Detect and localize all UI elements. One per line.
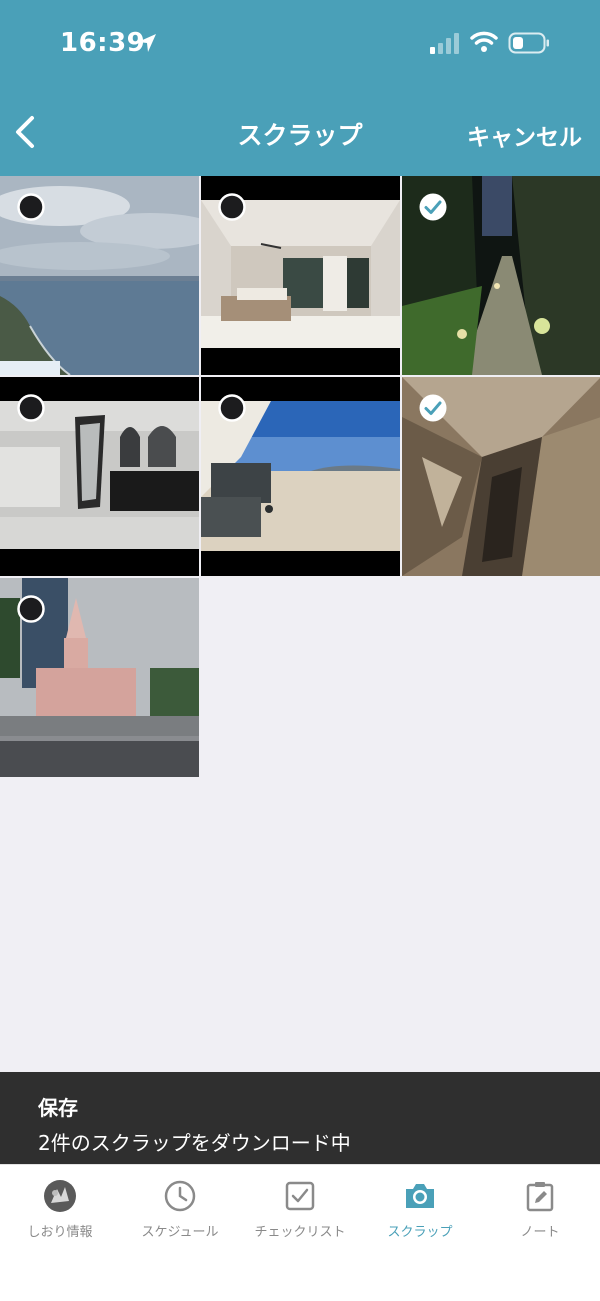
tab-scrap[interactable]: スクラップ <box>360 1179 480 1240</box>
signal-icon <box>430 33 459 54</box>
select-circle-checked[interactable] <box>419 193 447 221</box>
select-circle-unchecked[interactable] <box>17 394 45 422</box>
avatar-icon <box>44 1180 76 1212</box>
tab-shiori-info[interactable]: しおり情報 <box>0 1179 120 1240</box>
tab-bar: しおり情報 スケジュール チェックリスト スクラップ ノート <box>0 1164 600 1301</box>
checkbox-icon <box>285 1181 315 1211</box>
select-circle-checked[interactable] <box>419 394 447 422</box>
battery-icon <box>508 32 549 54</box>
photo-tile-aerial-sea[interactable] <box>0 176 199 375</box>
tab-checklist[interactable]: チェックリスト <box>240 1179 360 1240</box>
tab-label: スクラップ <box>387 1225 453 1240</box>
tab-label: スケジュール <box>141 1225 219 1240</box>
photo-tile-living-room[interactable] <box>201 176 400 375</box>
cancel-button[interactable]: キャンセル <box>467 118 582 152</box>
tab-schedule[interactable]: スケジュール <box>120 1179 240 1240</box>
toast-message: 2件のスクラップをダウンロード中 <box>38 1131 351 1155</box>
tab-note[interactable]: ノート <box>480 1179 600 1240</box>
photo-tile-bathroom[interactable] <box>0 377 199 576</box>
wifi-icon <box>470 31 498 52</box>
select-circle-unchecked[interactable] <box>17 595 45 623</box>
tab-label: しおり情報 <box>27 1225 93 1240</box>
select-circle-unchecked[interactable] <box>218 394 246 422</box>
select-circle-unchecked[interactable] <box>218 193 246 221</box>
photo-tile-beach[interactable] <box>201 377 400 576</box>
toast-title: 保存 <box>38 1096 78 1120</box>
tab-label: チェックリスト <box>254 1225 346 1240</box>
photo-tile-cave[interactable] <box>402 377 600 576</box>
download-toast: 保存 2件のスクラップをダウンロード中 <box>0 1072 600 1164</box>
status-time: 16:39 <box>60 28 146 58</box>
camera-icon <box>406 1184 434 1208</box>
location-arrow-icon <box>138 34 156 52</box>
clock-icon <box>164 1180 196 1212</box>
nav-header: 16:39 スクラップ キャンセル <box>0 0 600 176</box>
photo-tile-garden-path[interactable] <box>402 176 600 375</box>
select-circle-unchecked[interactable] <box>17 193 45 221</box>
photo-tile-cathedral[interactable] <box>0 578 199 777</box>
tab-label: ノート <box>520 1225 560 1240</box>
note-icon <box>526 1182 554 1212</box>
